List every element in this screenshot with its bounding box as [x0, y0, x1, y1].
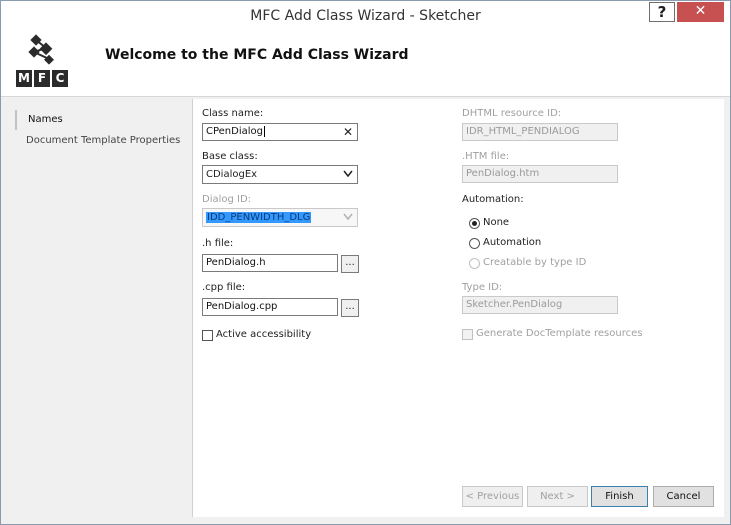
- radio-selected-dot: [472, 221, 477, 226]
- logo-letter: F: [34, 70, 50, 87]
- h-file-value: PenDialog.h: [206, 257, 266, 268]
- h-file-label: .h file:: [202, 238, 234, 249]
- active-accessibility-checkbox[interactable]: [202, 330, 213, 341]
- automation-creatable-radio[interactable]: [469, 258, 480, 269]
- htm-file-value: PenDialog.htm: [466, 168, 540, 179]
- logo-letter: C: [52, 70, 68, 87]
- automation-creatable-label: Creatable by type ID: [483, 257, 587, 268]
- cpp-file-label: .cpp file:: [202, 282, 246, 293]
- dhtml-resource-id-input[interactable]: IDR_HTML_PENDIALOG: [462, 123, 618, 141]
- cpp-file-value: PenDialog.cpp: [206, 301, 278, 312]
- mfc-logo-icon: [28, 34, 54, 65]
- previous-button[interactable]: < Previous: [462, 486, 523, 507]
- chevron-down-icon: [343, 170, 353, 178]
- finish-button[interactable]: Finish: [591, 486, 648, 507]
- base-class-dropdown[interactable]: CDialogEx: [202, 165, 358, 184]
- automation-none-label[interactable]: None: [483, 217, 509, 228]
- cancel-button[interactable]: Cancel: [653, 486, 714, 507]
- wizard-header: M F C Welcome to the MFC Add Class Wizar…: [1, 31, 730, 97]
- type-id-input[interactable]: Sketcher.PenDialog: [462, 296, 618, 314]
- dhtml-resource-id-value: IDR_HTML_PENDIALOG: [466, 126, 580, 137]
- title-bar: MFC Add Class Wizard - Sketcher ? ✕: [1, 1, 730, 31]
- close-button[interactable]: ✕: [677, 2, 724, 22]
- class-name-input[interactable]: CPenDialog ✕: [202, 123, 358, 141]
- generate-doctemplate-checkbox[interactable]: [462, 329, 473, 340]
- form-panel: Class name: CPenDialog ✕ Base class: CDi…: [192, 99, 724, 517]
- dhtml-resource-id-label: DHTML resource ID:: [462, 108, 562, 119]
- h-file-input[interactable]: PenDialog.h: [202, 254, 338, 272]
- type-id-value: Sketcher.PenDialog: [466, 299, 563, 310]
- clear-icon[interactable]: ✕: [343, 124, 353, 140]
- type-id-label: Type ID:: [462, 282, 503, 293]
- sidebar-item-names[interactable]: Names: [15, 110, 191, 130]
- page-title: Welcome to the MFC Add Class Wizard: [105, 47, 409, 63]
- generate-doctemplate-label: Generate DocTemplate resources: [476, 328, 643, 339]
- sidebar-item-document-template-properties[interactable]: Document Template Properties: [15, 131, 191, 151]
- automation-automation-radio[interactable]: [469, 238, 480, 249]
- window-title: MFC Add Class Wizard - Sketcher: [250, 8, 481, 24]
- cpp-file-browse-button[interactable]: ...: [341, 299, 359, 317]
- automation-label: Automation:: [462, 194, 524, 205]
- wizard-window: MFC Add Class Wizard - Sketcher ? ✕ M F …: [0, 0, 731, 525]
- dialog-id-dropdown[interactable]: IDD_PENWIDTH_DLG: [202, 208, 358, 227]
- base-class-value: CDialogEx: [206, 169, 258, 180]
- chevron-down-icon: [343, 213, 353, 221]
- dialog-id-value: IDD_PENWIDTH_DLG: [206, 212, 312, 223]
- active-accessibility-label[interactable]: Active accessibility: [216, 329, 311, 340]
- next-button[interactable]: Next >: [527, 486, 588, 507]
- class-name-value: CPenDialog: [206, 126, 263, 137]
- automation-none-radio[interactable]: [469, 218, 480, 229]
- automation-automation-label[interactable]: Automation: [483, 237, 541, 248]
- h-file-browse-button[interactable]: ...: [341, 255, 359, 273]
- wizard-sidebar: Names Document Template Properties: [15, 100, 191, 520]
- class-name-label: Class name:: [202, 108, 264, 119]
- mfc-logo: M F C: [16, 34, 72, 90]
- mfc-logo-letters: M F C: [16, 70, 68, 87]
- htm-file-input[interactable]: PenDialog.htm: [462, 165, 618, 183]
- help-button[interactable]: ?: [649, 2, 675, 22]
- cpp-file-input[interactable]: PenDialog.cpp: [202, 298, 338, 316]
- htm-file-label: .HTM file:: [462, 151, 510, 162]
- logo-letter: M: [16, 70, 32, 87]
- dialog-id-label: Dialog ID:: [202, 194, 252, 205]
- base-class-label: Base class:: [202, 151, 258, 162]
